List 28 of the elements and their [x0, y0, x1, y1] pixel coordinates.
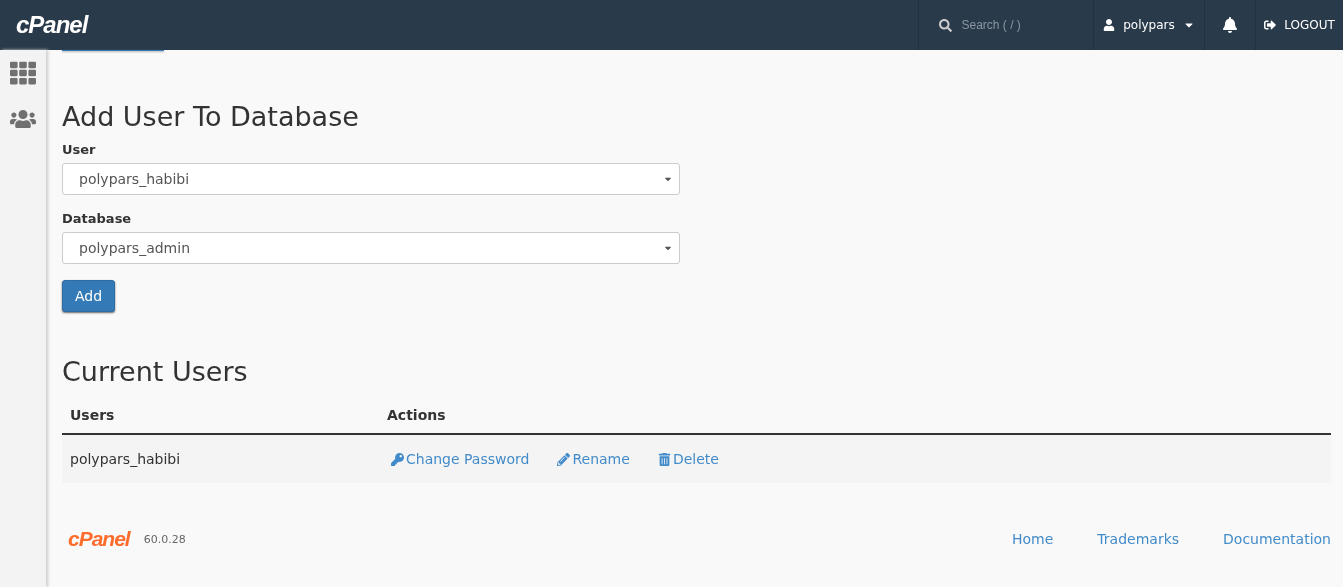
logout-icon — [1264, 19, 1277, 31]
field-label: User — [62, 142, 97, 157]
grid-icon[interactable] — [10, 60, 36, 86]
footer-link[interactable]: Documentation — [1223, 531, 1331, 547]
table-cell: polypars_habibi — [62, 435, 379, 483]
delete-link[interactable]: Delete — [657, 451, 719, 467]
rename-link[interactable]: Rename — [557, 451, 630, 467]
notifications-icon[interactable] — [1222, 17, 1238, 33]
search-field[interactable]: Search ( / ) — [959, 17, 1074, 33]
version-text: 60.0.28 — [143, 532, 187, 546]
section-title: Current Users — [62, 356, 249, 387]
logout-link[interactable]: LOGOUT — [1255, 0, 1343, 50]
select-field[interactable]: polypars_admin — [62, 232, 680, 264]
field-label: Database — [62, 211, 133, 226]
password-link[interactable]: Change Password — [391, 451, 530, 467]
pencil-icon — [557, 452, 571, 466]
search-icon — [938, 18, 952, 32]
user-icon — [1103, 19, 1116, 31]
select-field[interactable]: polypars_habibi — [62, 163, 680, 195]
cpanel-logo[interactable]: cPanel — [16, 11, 88, 39]
footer-link[interactable]: Trademarks — [1097, 531, 1180, 547]
cpanel-logo[interactable]: cPanel — [68, 527, 130, 551]
user-menu[interactable]: polypars — [1093, 0, 1204, 50]
footer-link[interactable]: Home — [1012, 531, 1054, 547]
trash-icon — [657, 452, 671, 466]
section-title: Add User To Database — [62, 101, 360, 132]
add-button[interactable]: Add — [62, 280, 116, 312]
key-icon — [391, 452, 404, 466]
